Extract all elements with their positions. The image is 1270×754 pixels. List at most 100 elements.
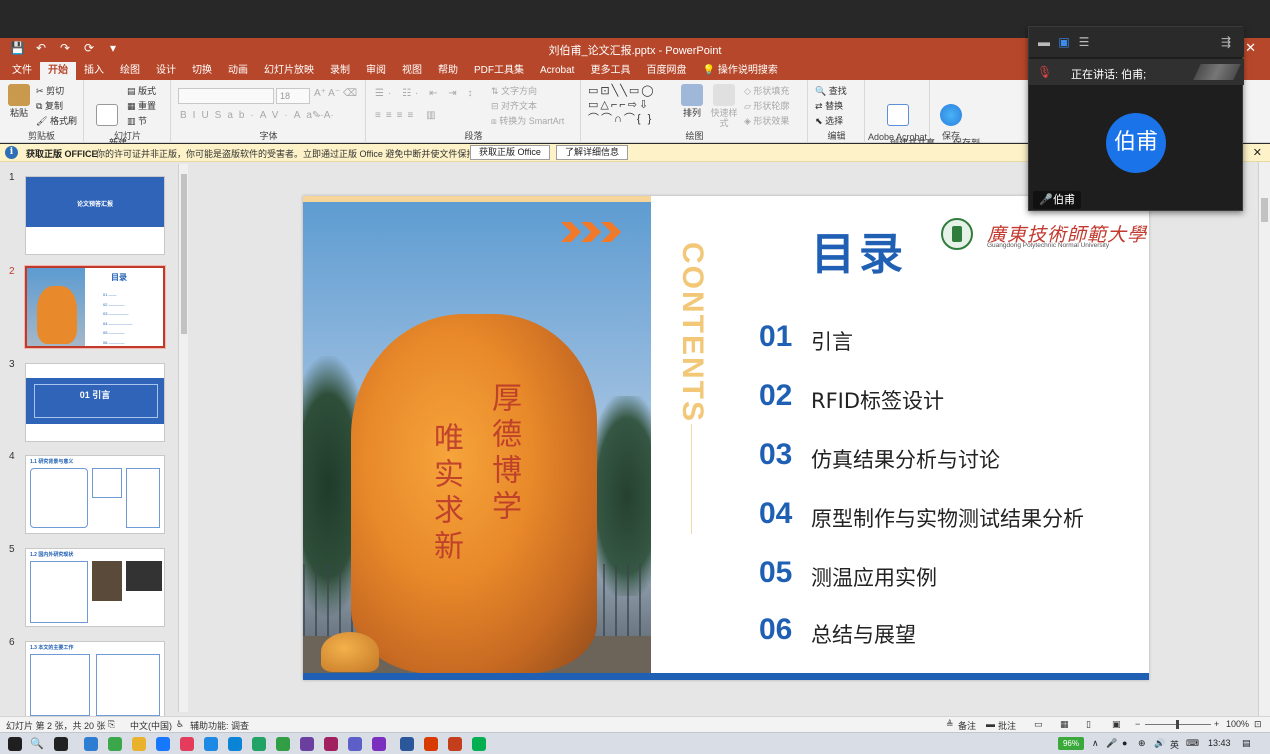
zoom-slider-handle[interactable] [1176,720,1179,729]
meeting-floating-panel[interactable]: ▬ ▣ ☰ ⇶ 🎙 正在讲话: 伯甫; 伯甫 🎤 伯甫 [1028,26,1244,211]
zoom-level[interactable]: 100% [1226,719,1249,729]
app-icon[interactable] [324,737,338,751]
notification-icon[interactable]: ▤ [1242,738,1251,749]
align-text-button[interactable]: ⊟ 对齐文本 [491,99,537,112]
font-grow-shrink-icons[interactable]: A⁺ A⁻ ⌫ [314,88,357,99]
format-painter-button[interactable]: 🖌 格式刷 [36,114,77,127]
cut-button[interactable]: ✂ 剪切 [36,84,64,97]
tray-chevron-icon[interactable]: ∧ [1092,738,1099,749]
font-style-buttons[interactable]: BIUSab·AV·Aa· [180,110,327,121]
tab-transitions[interactable]: 切换 [184,62,220,80]
smartart-button[interactable]: ⧈ 转换为 SmartArt [491,114,564,127]
tab-file[interactable]: 文件 [4,62,40,80]
list-indent-icons[interactable]: ☰· ☷· ⇤ ⇥ ↕ [375,88,476,99]
word-icon[interactable] [400,737,414,751]
font-color-icons[interactable]: ✎·A· [312,110,334,121]
replace-button[interactable]: ⇄ 替换 [815,99,843,112]
reading-view-icon[interactable]: ▯ [1086,719,1091,730]
tell-me-search[interactable]: 💡 操作说明搜索 [694,62,785,80]
battery-indicator[interactable]: 96% [1058,737,1084,750]
powerpoint-icon[interactable] [448,737,462,751]
spellcheck-icon[interactable]: ⎘ [108,719,115,730]
font-size-combo[interactable]: 18 [276,88,310,104]
slide-thumbnail[interactable]: 1.3 本文的主要工作 [25,641,165,720]
section-button[interactable]: ▥ 节 [127,114,147,127]
keyboard-icon[interactable]: ⌨ [1186,738,1199,749]
tab-help[interactable]: 帮助 [430,62,466,80]
paste-button[interactable]: 粘贴 [6,84,32,118]
shape-fill-button[interactable]: ◇ 形状填充 [744,84,789,97]
tab-review[interactable]: 审阅 [358,62,394,80]
slide-thumbnail[interactable]: 01 引言 [25,363,165,442]
current-slide[interactable]: 厚德博学 唯实求新 CONTENTS 目录 廣東技術師範大學 Guangdong… [303,196,1149,680]
close-window-button[interactable]: ✕ [1245,40,1256,56]
shapes-gallery[interactable]: ▭⊡╲╲▭◯ ▭△⌐⌐⇨⇩ ⌒⌒∩⌒{ } [588,84,656,126]
zoom-in-icon[interactable]: + [1214,719,1219,729]
arrange-button[interactable]: 排列 [680,84,704,118]
app-icon[interactable] [424,737,438,751]
tab-slideshow[interactable]: 幻灯片放映 [256,62,322,80]
tab-animations[interactable]: 动画 [220,62,256,80]
app-icon[interactable] [348,737,362,751]
reset-button[interactable]: ▦ 重置 [127,99,156,112]
app-icon[interactable] [228,737,242,751]
accessibility-status[interactable]: 辅助功能: 调查 [190,719,249,732]
zoom-out-icon[interactable]: − [1135,719,1140,729]
app-icon[interactable] [156,737,170,751]
normal-view-icon[interactable]: ▭ [1034,719,1043,730]
tab-acrobat[interactable]: Acrobat [532,62,582,80]
app-icon[interactable] [204,737,218,751]
tab-pdf-tools[interactable]: PDF工具集 [466,62,532,80]
tab-record[interactable]: 录制 [322,62,358,80]
task-view-icon[interactable] [54,737,68,751]
tab-design[interactable]: 设计 [148,62,184,80]
tab-baidu[interactable]: 百度网盘 [638,62,694,80]
slide-thumbnail[interactable]: 1.1 研究背景与意义 [25,455,165,534]
shape-outline-button[interactable]: ▱ 形状轮廓 [744,99,789,112]
editor-scrollbar[interactable] [1258,162,1270,716]
get-genuine-office-button[interactable]: 获取正版 Office [470,145,550,160]
tab-more-tools[interactable]: 更多工具 [582,62,638,80]
slide-thumbnail[interactable]: 1.2 国内外研究现状 [25,548,165,627]
tab-insert[interactable]: 插入 [76,62,112,80]
slide-sorter-icon[interactable]: ▦ [1060,719,1069,730]
app-icon[interactable] [84,737,98,751]
quick-styles-button[interactable]: 快速样式 [708,84,740,128]
app-icon[interactable] [276,737,290,751]
alignment-icons[interactable]: ≡≡≡≡ ▥ [375,110,441,121]
list-view-icon[interactable]: ☰ [1077,35,1091,49]
fit-slide-icon[interactable]: ⊡ [1254,719,1262,730]
app-icon[interactable] [108,737,122,751]
microphone-icon[interactable]: 🎤 [1106,738,1117,749]
language-indicator[interactable]: 中文(中国) [130,719,172,732]
volume-icon[interactable]: 🔊 [1154,738,1165,749]
ime-indicator[interactable]: 英 [1170,738,1179,751]
app-icon[interactable] [180,737,194,751]
font-name-combo[interactable] [178,88,274,104]
expand-panel-icon[interactable]: ⇶ [1219,35,1233,49]
search-icon[interactable]: 🔍 [30,737,44,751]
app-tray-icon[interactable]: ● [1122,738,1127,748]
close-icon[interactable]: ✕ [1253,146,1262,159]
app-icon[interactable] [252,737,266,751]
app-icon[interactable] [300,737,314,751]
notes-button[interactable]: 备注 [958,719,976,732]
tab-view[interactable]: 视图 [394,62,430,80]
editor-scroll-thumb[interactable] [1261,198,1268,222]
slide-thumbnail-selected[interactable]: 目录 01 —— 02 ———— 03 ————— 04 —————— 05 ———— 0… [25,266,165,348]
tab-home[interactable]: 开始 [40,62,76,80]
app-icon[interactable] [472,737,486,751]
tab-draw[interactable]: 绘图 [112,62,148,80]
app-icon[interactable] [372,737,386,751]
thumbnail-scrollbar[interactable] [178,164,188,712]
shape-effects-button[interactable]: ◈ 形状效果 [744,114,789,127]
clock[interactable]: 13:43 [1208,738,1231,748]
thumbnail-scroll-thumb[interactable] [181,174,187,334]
layout-button[interactable]: ▤ 版式 [127,84,156,97]
file-explorer-icon[interactable] [132,737,146,751]
start-icon[interactable] [8,737,22,751]
find-button[interactable]: 🔍 查找 [815,84,847,97]
speaker-view-icon[interactable]: ▣ [1057,35,1071,49]
learn-more-button[interactable]: 了解详细信息 [556,145,629,160]
minimize-icon[interactable]: ▬ [1037,35,1051,49]
